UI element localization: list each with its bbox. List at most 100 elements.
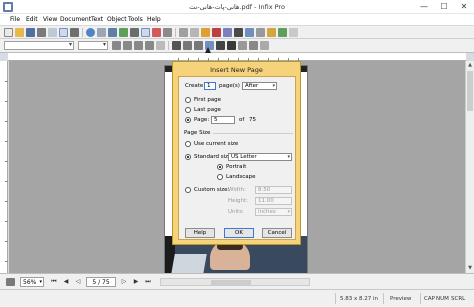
grid-icon[interactable] [223, 28, 232, 37]
hscroll-thumb[interactable] [211, 280, 251, 285]
zoom-select[interactable]: 56% [20, 277, 44, 287]
bold-icon[interactable] [172, 41, 181, 50]
status-separator [335, 293, 336, 304]
menu-edit[interactable]: Edit [26, 16, 38, 23]
vertical-scrollbar[interactable]: ▲ ▼ [465, 61, 474, 273]
page-icon[interactable] [245, 28, 254, 37]
scan-icon[interactable] [48, 28, 57, 37]
underline-icon[interactable] [194, 41, 203, 50]
align-right-icon[interactable] [134, 41, 143, 50]
eyedropper-icon[interactable] [227, 41, 236, 50]
menu-help[interactable]: Help [147, 16, 161, 23]
last-page-icon[interactable]: ⏭ [144, 278, 152, 286]
position-select[interactable]: After [242, 82, 277, 90]
list-icon[interactable] [249, 41, 258, 50]
font-family-select[interactable] [4, 41, 74, 50]
back-icon[interactable]: ◁ [74, 278, 82, 286]
navigation-bar: 56% ⏮ ◀ ◁ 5 / 75 ▷ ▶ ⏭ [0, 273, 474, 289]
pencil-icon[interactable] [289, 28, 298, 37]
horizontal-ruler [8, 53, 466, 61]
ruler-tick [5, 81, 8, 82]
stamp-icon[interactable] [267, 28, 276, 37]
menu-object[interactable]: Object [107, 16, 127, 23]
edit-tool-icon[interactable] [108, 28, 117, 37]
hand-tool-icon[interactable] [70, 28, 79, 37]
save-icon[interactable] [26, 28, 35, 37]
first-page-icon[interactable]: ⏮ [50, 278, 58, 286]
height-input[interactable]: 11.00 [255, 197, 292, 205]
pages-label: page(s) [219, 83, 240, 89]
units-select[interactable]: inches [255, 208, 292, 216]
standard-size-radio[interactable] [185, 154, 191, 160]
next-page-icon[interactable]: ▶ [132, 278, 140, 286]
text-edit-icon[interactable] [141, 28, 150, 37]
toolbar-separator [82, 28, 83, 37]
mode-indicator: Preview [390, 296, 412, 302]
custom-size-radio[interactable] [185, 187, 191, 193]
height-label: Height: [228, 198, 249, 204]
shape-icon[interactable] [163, 28, 172, 37]
menu-file[interactable]: File [10, 16, 20, 23]
dialog-title: Insert New Page [210, 66, 263, 74]
prev-page-icon[interactable]: ◀ [62, 278, 70, 286]
page-count-input[interactable]: 1 [204, 82, 216, 90]
forward-icon[interactable]: ▷ [120, 278, 128, 286]
new-icon[interactable] [4, 28, 13, 37]
page-number-input[interactable]: 5 [211, 116, 235, 124]
align-center-icon[interactable] [123, 41, 132, 50]
page-number-radio[interactable] [185, 117, 191, 123]
minimize-button[interactable]: — [414, 0, 434, 13]
print-icon[interactable] [37, 28, 46, 37]
globe-icon[interactable] [86, 28, 95, 37]
redo-icon[interactable] [190, 28, 199, 37]
image-icon[interactable] [234, 28, 243, 37]
fill-icon[interactable] [152, 28, 161, 37]
menu-tools[interactable]: Tools [128, 16, 143, 23]
width-input[interactable]: 8.50 [255, 186, 292, 194]
help-button[interactable]: Help [185, 228, 215, 238]
scroll-down-icon[interactable]: ▼ [467, 265, 473, 271]
first-page-radio[interactable] [185, 97, 191, 103]
text-tool-icon[interactable] [130, 28, 139, 37]
delete-icon[interactable] [212, 28, 221, 37]
first-page-label: First page [194, 97, 222, 103]
color-icon[interactable] [216, 41, 225, 50]
zoom-icon[interactable] [97, 28, 106, 37]
line-spacing-icon[interactable] [238, 41, 247, 50]
page-indicator-input[interactable]: 5 / 75 [86, 277, 116, 287]
zoom-out-icon[interactable] [6, 278, 15, 286]
scroll-thumb[interactable] [467, 71, 473, 111]
justify-icon[interactable] [145, 41, 154, 50]
more-options-icon[interactable] [260, 41, 269, 50]
arrow-right-icon[interactable] [119, 28, 128, 37]
menu-document[interactable]: Document [60, 16, 91, 23]
close-window-button[interactable]: ✕ [454, 0, 474, 13]
standard-size-select[interactable]: US Letter [228, 153, 292, 161]
cancel-button[interactable]: Cancel [262, 228, 292, 238]
link-icon[interactable] [201, 28, 210, 37]
scrl-indicator: SCRL [451, 296, 466, 302]
ruler-tick [5, 121, 8, 122]
align-left-icon[interactable] [112, 41, 121, 50]
maximize-button[interactable]: ☐ [434, 0, 454, 13]
mouse-cursor-icon [205, 47, 211, 53]
scroll-up-icon[interactable]: ▲ [467, 62, 473, 68]
indent-icon[interactable] [156, 41, 165, 50]
italic-icon[interactable] [183, 41, 192, 50]
ruler-tick [5, 221, 8, 222]
check-icon[interactable] [278, 28, 287, 37]
table-icon[interactable] [256, 28, 265, 37]
horizontal-scrollbar[interactable] [160, 278, 310, 286]
portrait-radio[interactable] [217, 164, 223, 170]
landscape-radio[interactable] [217, 174, 223, 180]
open-icon[interactable] [15, 28, 24, 37]
ok-button[interactable]: OK [224, 228, 254, 238]
portrait-label: Portrait [226, 164, 247, 170]
last-page-radio[interactable] [185, 107, 191, 113]
use-current-size-radio[interactable] [185, 141, 191, 147]
undo-icon[interactable] [179, 28, 188, 37]
menu-view[interactable]: View [43, 16, 57, 23]
menu-text[interactable]: Text [91, 16, 103, 23]
select-tool-icon[interactable] [59, 28, 68, 37]
font-size-select[interactable] [78, 41, 108, 50]
